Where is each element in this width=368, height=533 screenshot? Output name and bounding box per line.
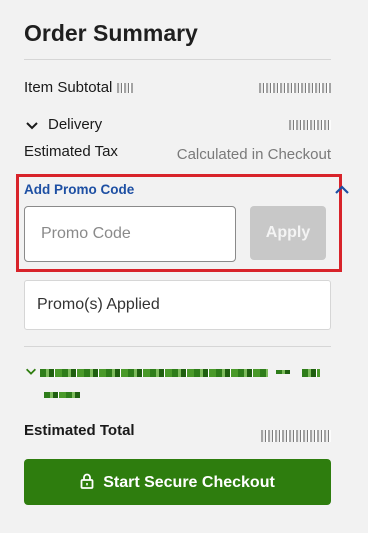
item-subtotal-row: Item Subtotal (24, 79, 331, 99)
redacted-rewards-text (276, 370, 290, 374)
estimated-tax-value: Calculated in Checkout (176, 146, 331, 163)
apply-promo-button[interactable]: Apply (250, 206, 326, 260)
delivery-row[interactable]: Delivery (24, 116, 331, 136)
redacted-rewards-text (40, 369, 106, 377)
start-secure-checkout-button[interactable]: Start Secure Checkout (24, 459, 331, 505)
redacted-delivery-amount (289, 120, 331, 131)
promo-code-input[interactable] (24, 206, 236, 262)
estimated-total-row: Estimated Total (24, 422, 331, 442)
checkout-label: Start Secure Checkout (103, 473, 275, 491)
redacted-rewards-text (302, 369, 320, 377)
item-subtotal-label: Item Subtotal (24, 79, 113, 96)
redacted-rewards-text (106, 369, 268, 377)
order-summary-title: Order Summary (24, 20, 198, 46)
rewards-row[interactable] (24, 364, 331, 400)
redacted-total-amount (261, 429, 331, 442)
divider (24, 346, 331, 347)
redacted-subtotal-amount (259, 83, 331, 94)
redacted-item-count (116, 83, 133, 94)
lock-icon (80, 473, 94, 489)
item-subtotal-value (259, 79, 331, 96)
estimated-tax-label: Estimated Tax (24, 143, 118, 160)
delivery-label: Delivery (48, 116, 103, 133)
promos-applied-label: Promo(s) Applied (37, 296, 160, 313)
delivery-value (289, 116, 331, 133)
chevron-down-icon[interactable] (24, 117, 40, 133)
add-promo-code-title[interactable]: Add Promo Code (24, 182, 134, 197)
redacted-rewards-text (44, 392, 80, 398)
promos-applied-box[interactable]: Promo(s) Applied (24, 280, 331, 330)
estimated-total-label: Estimated Total (24, 422, 135, 439)
chevron-up-icon[interactable] (333, 182, 351, 198)
estimated-tax-row: Estimated Tax Calculated in Checkout (24, 143, 331, 163)
chevron-down-icon[interactable] (24, 364, 38, 378)
divider (24, 59, 331, 60)
estimated-total-value (261, 427, 331, 445)
